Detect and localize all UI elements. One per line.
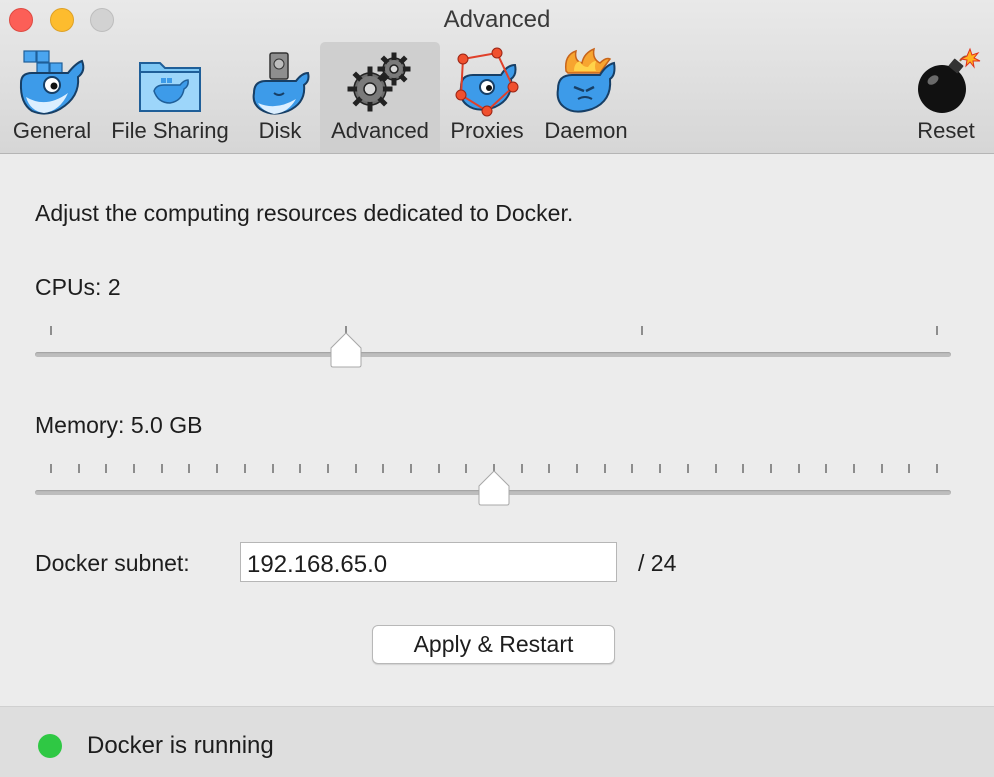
status-bar: Docker is running: [0, 706, 994, 777]
slider-tick: [659, 464, 662, 473]
folder-whale-icon: [139, 62, 201, 112]
slider-tick: [936, 326, 938, 335]
slider-tick: [188, 464, 191, 473]
slider-tick: [299, 464, 302, 473]
slider-tick: [686, 464, 689, 473]
tab-proxies[interactable]: Proxies: [444, 42, 530, 153]
tab-general-label: General: [12, 118, 92, 143]
tab-advanced[interactable]: Advanced: [320, 42, 440, 153]
slider-tick: [576, 464, 579, 473]
slider-tick: [852, 464, 855, 473]
cpus-slider-track[interactable]: [35, 352, 951, 357]
slider-tick: [437, 464, 440, 473]
slider-tick: [742, 464, 745, 473]
advanced-pane: Adjust the computing resources dedicated…: [0, 154, 994, 706]
subnet-label: Docker subnet:: [35, 550, 190, 576]
slider-tick: [326, 464, 329, 473]
disk-whale-icon: [252, 52, 310, 115]
reset-label: Reset: [917, 118, 975, 143]
tab-disk-label: Disk: [258, 118, 302, 143]
memory-label: Memory: 5.0 GB: [35, 412, 203, 438]
slider-tick: [908, 464, 911, 473]
tab-daemon-label: Daemon: [544, 118, 628, 143]
slider-tick: [243, 464, 246, 473]
subnet-mask-suffix: / 24: [638, 550, 677, 576]
slider-tick: [105, 464, 108, 473]
bomb-icon: [918, 47, 981, 113]
subnet-input[interactable]: [240, 542, 617, 582]
apply-restart-button[interactable]: Apply & Restart: [372, 625, 615, 664]
proxies-whale-icon: [455, 47, 519, 117]
slider-tick: [769, 464, 772, 473]
cpus-label: CPUs: 2: [35, 274, 121, 300]
slider-tick: [548, 464, 551, 473]
reset-button[interactable]: Reset: [906, 42, 986, 153]
tab-proxies-label: Proxies: [450, 118, 524, 143]
slider-tick: [797, 464, 800, 473]
cpus-ticks: [35, 326, 951, 336]
slider-tick: [640, 326, 643, 335]
slider-tick: [631, 464, 634, 473]
slider-tick: [133, 464, 136, 473]
tab-file-sharing[interactable]: File Sharing: [104, 42, 236, 153]
slider-tick: [77, 464, 80, 473]
status-text: Docker is running: [87, 732, 274, 759]
slider-tick: [825, 464, 828, 473]
slider-tick: [382, 464, 385, 473]
tab-advanced-label: Advanced: [331, 118, 429, 143]
slider-tick: [216, 464, 219, 473]
slider-tick: [160, 464, 163, 473]
window-title: Advanced: [443, 6, 551, 33]
slider-tick: [50, 464, 52, 473]
tab-daemon[interactable]: Daemon: [538, 42, 634, 153]
daemon-whale-icon: [556, 47, 616, 113]
cpus-slider-thumb[interactable]: [330, 332, 362, 368]
slider-tick: [354, 464, 357, 473]
slider-tick: [409, 464, 412, 473]
slider-tick: [465, 464, 468, 473]
tab-disk[interactable]: Disk: [244, 42, 316, 153]
slider-tick: [520, 464, 523, 473]
slider-tick: [271, 464, 274, 473]
status-indicator-icon: [38, 734, 62, 758]
slider-tick: [50, 326, 52, 335]
slider-tick: [603, 464, 606, 473]
tab-file-sharing-label: File Sharing: [111, 118, 229, 143]
slider-tick: [714, 464, 717, 473]
tab-general[interactable]: General: [4, 42, 100, 153]
gears-icon: [347, 52, 411, 112]
docker-whale-general-icon: [19, 50, 85, 115]
memory-slider-thumb[interactable]: [478, 470, 510, 506]
slider-tick: [880, 464, 883, 473]
slider-tick: [936, 464, 938, 473]
toolbar: Advanced General File Sharing Disk Advan…: [0, 0, 994, 154]
intro-text: Adjust the computing resources dedicated…: [35, 200, 574, 226]
